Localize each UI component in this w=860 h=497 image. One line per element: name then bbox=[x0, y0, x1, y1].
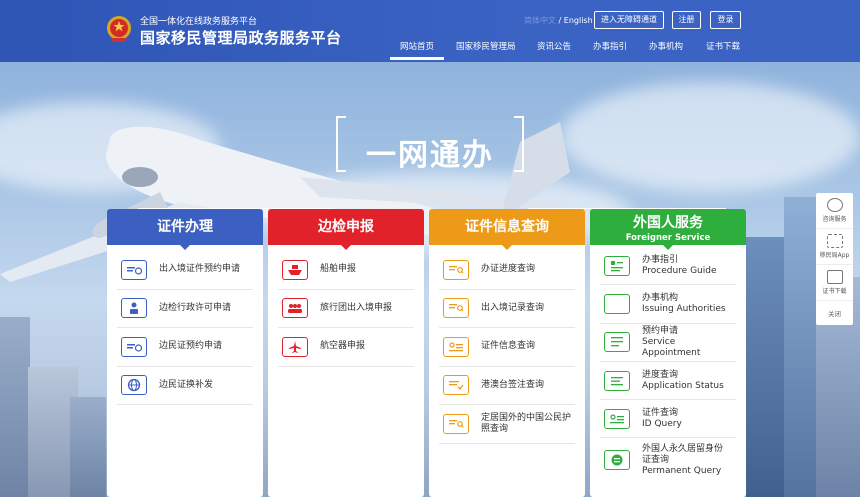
compass-icon bbox=[604, 293, 630, 314]
airplane-icon bbox=[282, 336, 308, 357]
list-item[interactable]: 办证进度查询 bbox=[439, 251, 575, 290]
card-title: 证件办理 bbox=[107, 209, 263, 250]
card-border-declaration: 边检申报 船舶申报 旅行团出入境申报 航空器申报 bbox=[268, 209, 424, 497]
consult-service-button[interactable]: 咨询服务 bbox=[816, 193, 853, 229]
side-toolbar: 咨询服务 移民局App 证书下载 关闭 bbox=[816, 193, 853, 325]
accessible-channel-button[interactable]: 进入无障碍通道 bbox=[594, 11, 664, 29]
chat-icon bbox=[826, 198, 843, 212]
platform-subtitle: 全国一体化在线政务服务平台 bbox=[140, 17, 258, 27]
list-item[interactable]: 证件信息查询 bbox=[439, 328, 575, 367]
list-item[interactable]: 出入境记录查询 bbox=[439, 290, 575, 328]
progress-icon bbox=[604, 370, 630, 391]
card-document-handling: 证件办理 出入境证件预约申请 边检行政许可申请 边民证预约申请 边民证换补发 bbox=[107, 209, 263, 497]
list-item[interactable]: 出入境证件预约申请 bbox=[117, 251, 253, 290]
card-document-info-query: 证件信息查询 办证进度查询 出入境记录查询 证件信息查询 港澳台签注查询 定居国… bbox=[429, 209, 585, 497]
list-item[interactable]: 外国人永久居留身份证查询 Permanent Query bbox=[600, 438, 736, 482]
list-item[interactable]: 定居国外的中国公民护照查询 bbox=[439, 405, 575, 444]
nav-news[interactable]: 资讯公告 bbox=[537, 40, 571, 52]
lang-chinese-link[interactable]: 简体中文 bbox=[524, 16, 556, 25]
list-item[interactable]: 办事指引 Procedure Guide bbox=[600, 247, 736, 286]
qrcode-icon bbox=[826, 234, 843, 248]
list-item[interactable]: 边民证换补发 bbox=[117, 367, 253, 405]
id-card-clock-icon bbox=[121, 336, 147, 357]
list-item[interactable]: 进度查询 Application Status bbox=[600, 362, 736, 401]
globe-icon bbox=[121, 375, 147, 396]
list-item[interactable]: 办事机构 Issuing Authorities bbox=[600, 285, 736, 324]
list-item[interactable]: 航空器申报 bbox=[278, 328, 414, 367]
document-search-icon bbox=[443, 298, 469, 319]
lang-english-link[interactable]: English bbox=[564, 16, 593, 25]
card-title: 外国人服务 Foreigner Service bbox=[590, 209, 746, 250]
id-card-icon bbox=[443, 336, 469, 357]
nav-cert-download[interactable]: 证书下载 bbox=[706, 40, 740, 52]
list-item[interactable]: 港澳台签注查询 bbox=[439, 367, 575, 405]
nav-home[interactable]: 网站首页 bbox=[389, 40, 445, 60]
group-icon bbox=[282, 298, 308, 319]
site-header: 全国一体化在线政务服务平台 国家移民管理局政务服务平台 简体中文 / Engli… bbox=[0, 0, 860, 62]
login-button[interactable]: 登录 bbox=[710, 11, 741, 29]
language-switch: 简体中文 / English bbox=[524, 15, 593, 26]
id-card-clock-icon bbox=[121, 259, 147, 280]
list-item[interactable]: 边民证预约申请 bbox=[117, 328, 253, 367]
permanent-id-icon bbox=[604, 450, 630, 471]
list-item[interactable]: 边检行政许可申请 bbox=[117, 290, 253, 328]
national-emblem-icon bbox=[107, 16, 131, 42]
card-title: 边检申报 bbox=[268, 209, 424, 250]
nav-nia[interactable]: 国家移民管理局 bbox=[456, 40, 516, 52]
card-foreigner-service: 外国人服务 Foreigner Service 办事指引 Procedure Gu… bbox=[590, 209, 746, 497]
card-title: 证件信息查询 bbox=[429, 209, 585, 250]
nav-guide[interactable]: 办事指引 bbox=[593, 40, 627, 52]
list-item[interactable]: 旅行团出入境申报 bbox=[278, 290, 414, 328]
lang-separator: / bbox=[556, 16, 564, 25]
register-button[interactable]: 注册 bbox=[672, 11, 701, 29]
id-card-icon bbox=[604, 408, 630, 429]
document-check-icon bbox=[443, 375, 469, 396]
ship-icon bbox=[282, 259, 308, 280]
list-item[interactable]: 预约申请 Service Appointment bbox=[600, 324, 736, 362]
document-search-icon bbox=[443, 259, 469, 280]
document-search-icon bbox=[443, 413, 469, 434]
nav-agencies[interactable]: 办事机构 bbox=[649, 40, 683, 52]
side-close-button[interactable]: 关闭 bbox=[816, 301, 853, 318]
list-item[interactable]: 船舶申报 bbox=[278, 251, 414, 290]
nia-app-button[interactable]: 移民局App bbox=[816, 229, 853, 265]
platform-title: 国家移民管理局政务服务平台 bbox=[140, 29, 342, 47]
download-document-icon bbox=[826, 270, 843, 284]
form-icon bbox=[604, 332, 630, 353]
list-item[interactable]: 证件查询 ID Query bbox=[600, 400, 736, 439]
person-document-icon bbox=[121, 298, 147, 319]
banner-title: 一网通办 bbox=[366, 138, 494, 173]
guide-icon bbox=[604, 255, 630, 276]
cert-download-button[interactable]: 证书下载 bbox=[816, 265, 853, 301]
